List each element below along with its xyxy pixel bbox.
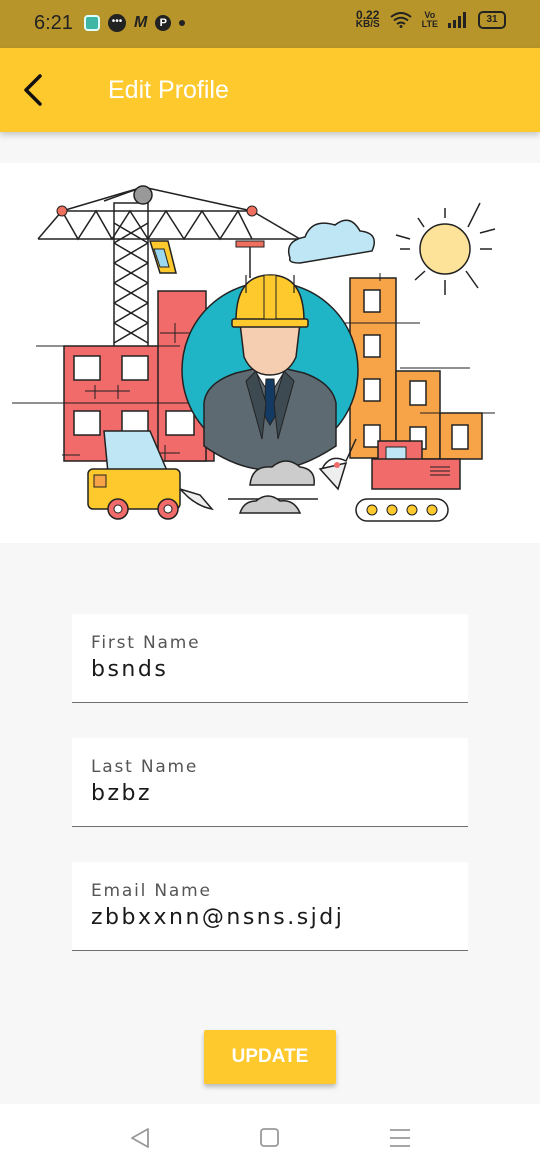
chat-icon: ••• xyxy=(108,14,126,32)
p-icon: P xyxy=(155,15,172,31)
update-button[interactable]: UPDATE xyxy=(204,1030,336,1084)
back-button[interactable] xyxy=(12,66,56,114)
nav-recents-icon xyxy=(390,1129,410,1147)
notification-icons: ••• M P xyxy=(84,14,186,32)
construction-engineer-illustration xyxy=(12,185,496,522)
first-name-label: First Name xyxy=(91,633,201,653)
profile-illustration xyxy=(0,163,540,543)
nav-back-icon xyxy=(131,1128,149,1148)
last-name-field[interactable]: Last Name bzbz xyxy=(72,738,468,827)
status-bar: 6:21 ••• M P 0.22 KB/S Vo LTE 31 xyxy=(0,0,540,48)
battery-icon: 31 xyxy=(478,11,506,29)
email-input[interactable]: zbbxxnn@nsns.sjdj xyxy=(91,905,344,930)
back-arrow-icon xyxy=(24,74,42,106)
first-name-field[interactable]: First Name bsnds xyxy=(72,614,468,703)
navigation-bar xyxy=(0,1104,540,1170)
last-name-input[interactable]: bzbz xyxy=(91,781,152,806)
nav-home-icon xyxy=(260,1128,279,1147)
system-icons: 0.22 KB/S Vo LTE 31 xyxy=(355,8,506,30)
last-name-label: Last Name xyxy=(91,757,199,777)
app-bar: Edit Profile xyxy=(0,48,540,132)
nav-recents-button[interactable] xyxy=(386,1124,414,1152)
page-title: Edit Profile xyxy=(108,76,229,104)
nav-back-button[interactable] xyxy=(126,1124,154,1152)
net-speed: 0.22 KB/S xyxy=(355,8,380,30)
m-icon: M xyxy=(134,14,148,31)
app-icon xyxy=(84,15,100,31)
wifi-icon xyxy=(390,12,412,28)
status-time: 6:21 xyxy=(34,12,73,34)
first-name-input[interactable]: bsnds xyxy=(91,657,168,682)
dot-icon xyxy=(179,20,186,26)
signal-icon xyxy=(448,12,466,28)
nav-home-button[interactable] xyxy=(256,1124,284,1152)
email-field[interactable]: Email Name zbbxxnn@nsns.sjdj xyxy=(72,862,468,951)
volte-icon: Vo LTE xyxy=(421,10,438,29)
email-label: Email Name xyxy=(91,881,212,901)
